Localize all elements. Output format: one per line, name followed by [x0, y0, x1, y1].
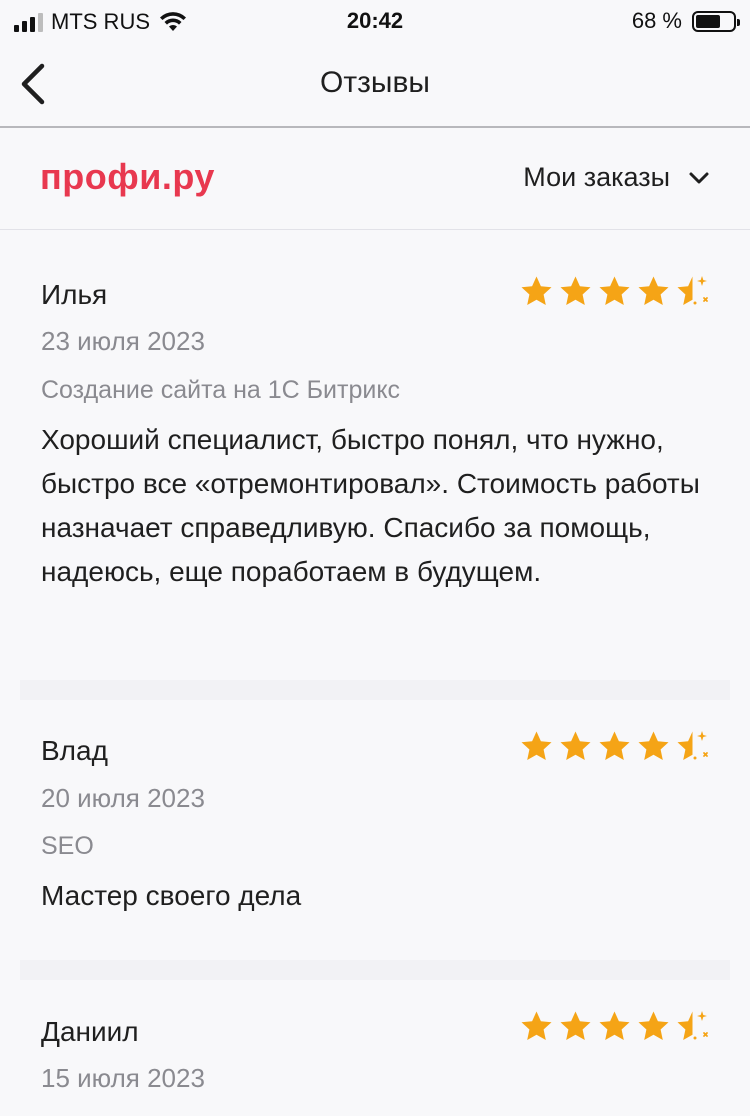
reviewer-name: Влад: [41, 735, 108, 766]
star-full-icon: [599, 731, 630, 760]
star-full-icon: [638, 1011, 669, 1040]
star-full-icon: [560, 276, 591, 305]
my-orders-label: Мои заказы: [523, 162, 670, 192]
rating-stars: [519, 730, 714, 763]
battery-icon: [692, 10, 740, 32]
reviewer-name: Даниил: [41, 1016, 139, 1047]
star-half-icon: [677, 1011, 708, 1040]
page-title: Отзывы: [320, 66, 430, 99]
review-text: Хороший специалист, быстро понял, что ну…: [41, 424, 700, 587]
brand-header: профи.ру Мои заказы: [0, 128, 750, 230]
star-half-icon: [677, 731, 708, 760]
star-half-icon: [677, 276, 708, 305]
rating-stars: [519, 1010, 714, 1043]
star-full-icon: [599, 276, 630, 305]
star-full-icon: [560, 1011, 591, 1040]
reviewer-name: Илья: [41, 279, 108, 310]
review-service: Создание сайта на 1С Битрикс: [41, 376, 401, 404]
star-full-icon: [560, 731, 591, 760]
chevron-down-icon: [689, 172, 709, 183]
navigation-bar: Отзывы: [0, 42, 750, 128]
review-date: 20 июля 2023: [41, 783, 205, 813]
star-full-icon: [638, 276, 669, 305]
review-text: Мастер своего дела: [41, 880, 302, 911]
rating-stars: [519, 275, 714, 308]
review-service: SEO: [41, 832, 94, 860]
review-separator: [20, 680, 730, 700]
star-full-icon: [599, 1011, 630, 1040]
profi-logo[interactable]: профи.ру: [40, 156, 215, 198]
status-bar: MTS RUS 20:42 68 %: [0, 0, 750, 42]
review-date: 23 июля 2023: [41, 326, 205, 356]
star-full-icon: [521, 276, 552, 305]
battery-fill: [696, 14, 721, 28]
review-date: 15 июля 2023: [41, 1063, 205, 1093]
status-right: 68 %: [631, 8, 740, 34]
review-separator: [20, 960, 730, 980]
star-full-icon: [638, 731, 669, 760]
star-full-icon: [521, 1011, 552, 1040]
battery-percent: 68 %: [631, 8, 682, 33]
star-full-icon: [521, 731, 552, 760]
my-orders-dropdown[interactable]: Мои заказы: [523, 162, 710, 193]
